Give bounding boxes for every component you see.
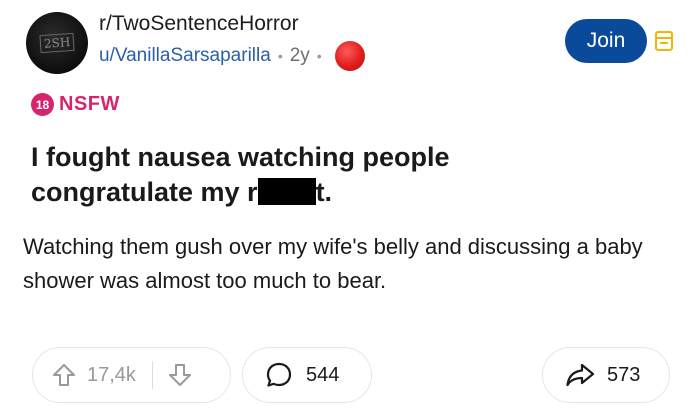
post-age: 2y: [289, 45, 310, 66]
comment-count: 544: [306, 363, 340, 386]
award-icon: [334, 41, 365, 71]
nsfw-tag: 18 NSFW: [31, 93, 120, 116]
comments-button[interactable]: 544: [242, 347, 372, 403]
share-button[interactable]: 573: [542, 347, 670, 403]
meta-separator: •: [277, 48, 283, 64]
action-bar: 17,4k 544 573: [32, 347, 670, 405]
age-restriction-badge: 18: [31, 93, 54, 116]
author-link[interactable]: u/VanillaSarsaparilla: [99, 45, 271, 67]
redaction-bar: [257, 178, 316, 205]
join-button[interactable]: Join: [565, 19, 647, 63]
vote-control: 17,4k: [32, 347, 231, 403]
meta-separator: •: [316, 48, 322, 64]
share-count: 573: [607, 363, 641, 386]
bell-icon[interactable]: [655, 31, 673, 51]
title-text-after-redaction: t.: [315, 177, 333, 207]
vote-score: 17,4k: [87, 363, 136, 386]
subreddit-name[interactable]: r/TwoSentenceHorror: [99, 12, 299, 36]
post-body: Watching them gush over my wife's belly …: [23, 234, 643, 293]
upvote-icon[interactable]: [51, 362, 77, 388]
title-line-2: congratulate my r t.: [31, 175, 651, 210]
share-icon: [566, 363, 595, 387]
comment-icon: [266, 362, 292, 387]
title-line-1: I fought nausea watching people: [31, 142, 450, 172]
downvote-icon[interactable]: [167, 362, 193, 388]
avatar-logo-text: 2SH: [39, 32, 75, 54]
nsfw-label: NSFW: [59, 93, 120, 115]
post-meta: u/VanillaSarsaparilla • 2y •: [99, 41, 365, 71]
subreddit-avatar[interactable]: 2SH: [26, 12, 88, 74]
title-text-before-redaction: congratulate my r: [31, 177, 258, 207]
vote-divider: [151, 361, 153, 389]
post-title[interactable]: I fought nausea watching people congratu…: [31, 140, 651, 210]
